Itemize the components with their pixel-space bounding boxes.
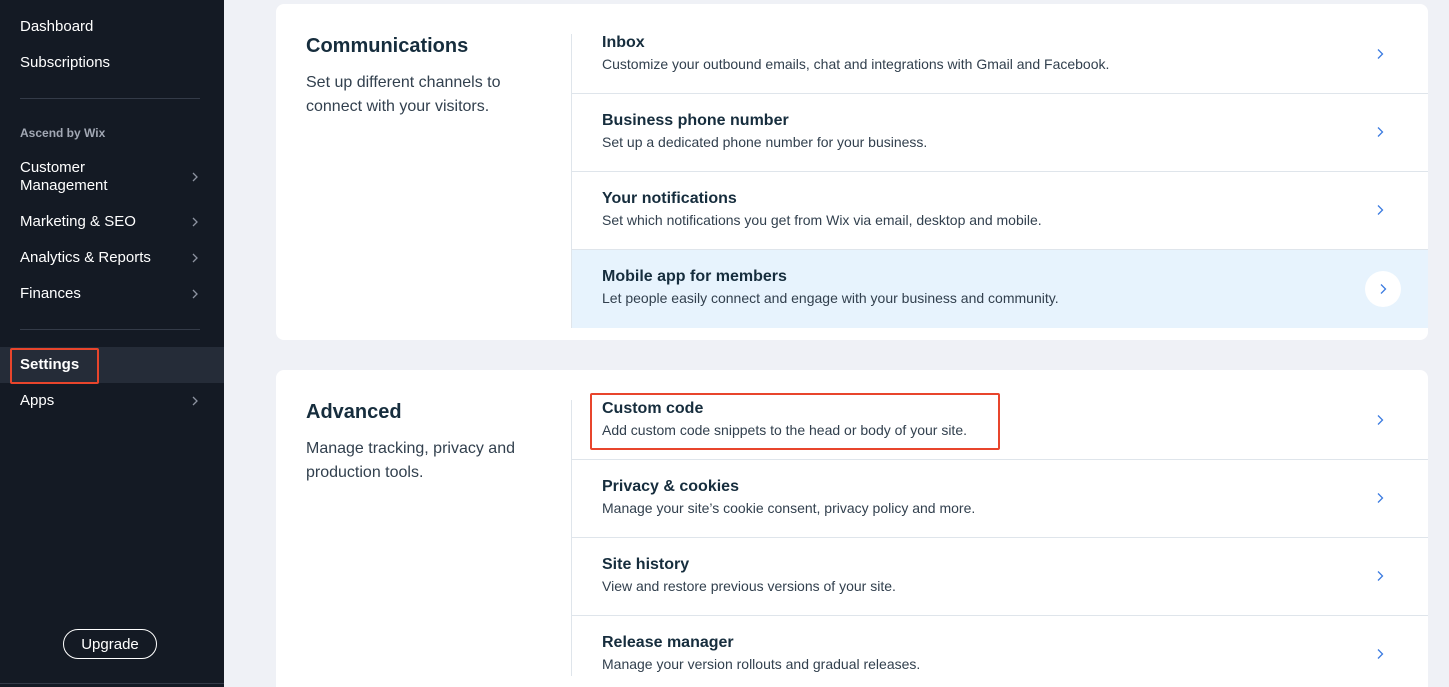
settings-row-site-history[interactable]: Site history View and restore previous v… [572, 538, 1428, 616]
advanced-card: Advanced Manage tracking, privacy and pr… [276, 370, 1428, 687]
settings-highlight-box [10, 348, 99, 384]
sidebar-item-customer-management[interactable]: Customer Management [0, 159, 224, 195]
chevron-right-icon [188, 170, 202, 184]
row-title: Your notifications [602, 190, 737, 207]
row-title: Inbox [602, 34, 645, 51]
chevron-right-icon [1372, 46, 1388, 62]
sidebar-divider [20, 329, 200, 330]
sidebar-item-label: Customer Management [20, 159, 108, 194]
sidebar-divider [20, 98, 200, 99]
row-title: Site history [602, 556, 690, 573]
sidebar-divider [0, 683, 224, 684]
row-title: Mobile app for members [602, 268, 787, 285]
communications-card: Communications Set up different channels… [276, 4, 1428, 340]
sidebar: Dashboard Subscriptions Ascend by Wix Cu… [0, 0, 224, 687]
sidebar-item-dashboard[interactable]: Dashboard [0, 18, 224, 36]
sidebar-item-label: Dashboard [20, 18, 94, 35]
section-title: Advanced [306, 401, 402, 423]
chevron-right-icon [1372, 412, 1388, 428]
chevron-right-icon [188, 215, 202, 229]
settings-row-privacy-cookies[interactable]: Privacy & cookies Manage your site’s coo… [572, 460, 1428, 538]
row-subtitle: Set which notifications you get from Wix… [602, 212, 1042, 228]
section-description: Manage tracking, privacy and production … [306, 440, 515, 481]
settings-row-notifications[interactable]: Your notifications Set which notificatio… [572, 172, 1428, 250]
row-subtitle: Let people easily connect and engage wit… [602, 290, 1059, 306]
chevron-right-icon [188, 251, 202, 265]
row-title: Business phone number [602, 112, 789, 129]
chevron-right-icon [1372, 490, 1388, 506]
sidebar-item-label: Marketing & SEO [20, 213, 136, 230]
row-title: Privacy & cookies [602, 478, 739, 495]
chevron-right-icon[interactable] [1365, 271, 1401, 307]
chevron-right-icon [188, 287, 202, 301]
sidebar-item-label: Subscriptions [20, 54, 111, 71]
upgrade-button[interactable]: Upgrade [63, 629, 157, 659]
row-subtitle: Manage your version rollouts and gradual… [602, 656, 921, 672]
sidebar-item-subscriptions[interactable]: Subscriptions [0, 54, 224, 72]
chevron-right-icon [1372, 568, 1388, 584]
settings-row-business-phone[interactable]: Business phone number Set up a dedicated… [572, 94, 1428, 172]
section-title: Communications [306, 35, 469, 57]
row-subtitle: Customize your outbound emails, chat and… [602, 56, 1110, 72]
row-subtitle: View and restore previous versions of yo… [602, 578, 896, 594]
sidebar-item-marketing-seo[interactable]: Marketing & SEO [0, 213, 224, 231]
row-subtitle: Manage your site’s cookie consent, priva… [602, 500, 976, 516]
settings-row-release-manager[interactable]: Release manager Manage your version roll… [572, 616, 1428, 687]
chevron-right-icon [188, 394, 202, 408]
sidebar-item-analytics-reports[interactable]: Analytics & Reports [0, 249, 224, 267]
section-description: Set up different channels to connect wit… [306, 74, 501, 115]
sidebar-item-finances[interactable]: Finances [0, 285, 224, 303]
row-subtitle: Set up a dedicated phone number for your… [602, 134, 928, 150]
custom-code-highlight-box [590, 393, 1000, 450]
chevron-right-icon [1372, 202, 1388, 218]
chevron-right-icon [1372, 646, 1388, 662]
chevron-right-icon [1372, 124, 1388, 140]
settings-row-inbox[interactable]: Inbox Customize your outbound emails, ch… [572, 16, 1428, 94]
sidebar-item-label: Apps [20, 392, 55, 409]
row-title: Release manager [602, 634, 734, 651]
sidebar-item-label: Finances [20, 285, 81, 302]
sidebar-item-apps[interactable]: Apps [0, 392, 224, 410]
sidebar-item-label: Analytics & Reports [20, 249, 151, 266]
sidebar-section-label: Ascend by Wix [20, 126, 106, 140]
settings-row-mobile-app[interactable]: Mobile app for members Let people easily… [572, 250, 1428, 328]
